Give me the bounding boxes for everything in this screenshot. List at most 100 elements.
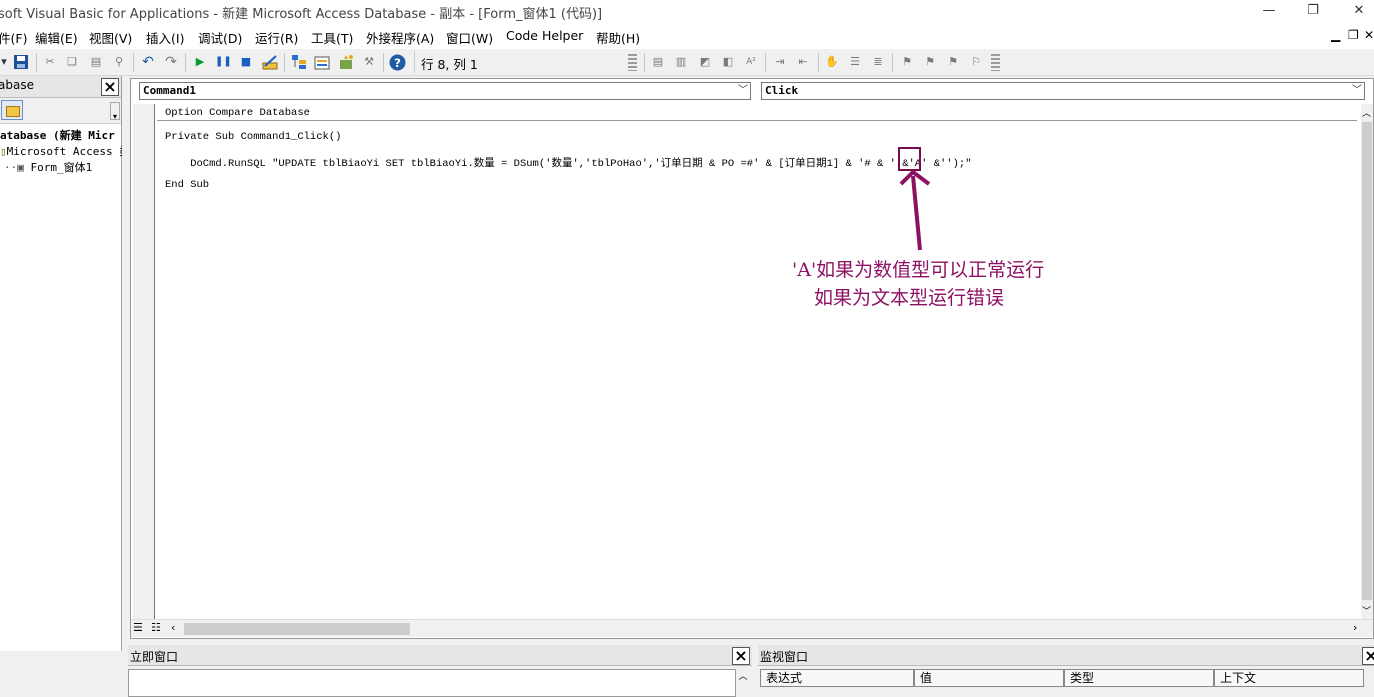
project-explorer-icon[interactable] [291, 54, 307, 70]
menu-run[interactable]: 运行(R) [255, 28, 298, 47]
scroll-down-icon[interactable]: ﹀ [1362, 604, 1371, 617]
code-line: End Sub [165, 179, 210, 191]
window-title: soft Visual Basic for Applications - 新建 … [0, 7, 603, 22]
project-close-button[interactable]: × [101, 78, 119, 96]
title-bar: soft Visual Basic for Applications - 新建 … [0, 0, 1374, 25]
close-button[interactable]: ✕ [1336, 0, 1374, 24]
object-combo[interactable]: Command1 ﹀ [139, 82, 751, 100]
save-icon[interactable] [13, 54, 29, 70]
menu-code-helper[interactable]: Code Helper [506, 28, 583, 43]
comment-block-icon[interactable]: ☰ [847, 54, 863, 70]
cursor-position: 行 8, 列 1 [414, 51, 636, 73]
menu-help[interactable]: 帮助(H) [596, 28, 640, 47]
menu-insert[interactable]: 插入(I) [146, 28, 184, 47]
toolbar-separator [36, 53, 37, 72]
reset-icon[interactable]: ■ [238, 54, 254, 70]
menu-addins[interactable]: 外接程序(A) [366, 28, 434, 47]
project-tree: atabase (新建 Micr ▯Microsoft Access 类 ··▣… [0, 128, 122, 176]
watch-column-type[interactable]: 类型 [1064, 669, 1214, 687]
tree-item-database[interactable]: atabase (新建 Micr [0, 128, 122, 144]
horizontal-scroll-thumb[interactable] [184, 623, 410, 635]
immediate-window-header: 立即窗口 × [128, 645, 752, 666]
object-browser-icon[interactable] [338, 54, 354, 70]
immediate-scroll-up-icon[interactable]: ︿ [736, 669, 750, 697]
vertical-scrollbar[interactable]: ︿ ﹀ [1361, 104, 1373, 619]
restore-button[interactable]: ❐ [1290, 0, 1336, 24]
complete-word-icon[interactable]: A² [743, 54, 759, 70]
toggle-bookmark-icon[interactable]: ⚑ [899, 54, 915, 70]
toggle-folders-icon[interactable] [1, 100, 23, 120]
toolbar-separator [383, 53, 384, 72]
watch-column-context[interactable]: 上下文 [1214, 669, 1364, 687]
procedure-combo[interactable]: Click ﹀ [761, 82, 1365, 100]
toolbar-grip[interactable] [628, 54, 637, 71]
menu-debug[interactable]: 调试(D) [198, 28, 242, 47]
break-icon[interactable]: ❚❚ [215, 54, 232, 70]
parameter-info-icon[interactable]: ◧ [720, 54, 736, 70]
watch-column-expression[interactable]: 表达式 [760, 669, 914, 687]
outdent-icon[interactable]: ⇤ [795, 54, 811, 70]
scroll-up-icon[interactable]: ︿ [1362, 106, 1371, 119]
clear-bookmarks-icon[interactable]: ⚐ [968, 54, 984, 70]
mdi-restore-button[interactable]: ❐ [1348, 28, 1359, 42]
full-module-view-icon[interactable]: ☷ [151, 621, 161, 634]
watch-window-title: 监视窗口 [760, 650, 809, 664]
dropdown-icon[interactable]: ▾ [0, 54, 12, 70]
form-icon: ··▣ [4, 161, 31, 174]
menu-tools[interactable]: 工具(T) [311, 28, 353, 47]
toolbar-grip[interactable] [991, 54, 1000, 71]
code-line: DoCmd.RunSQL "UPDATE tblBiaoYi SET tblBi… [165, 158, 972, 170]
procedure-combo-value: Click [765, 84, 799, 97]
chevron-down-icon: ﹀ [738, 85, 748, 96]
horizontal-scrollbar[interactable]: ☰ ☷ ‹ › [131, 619, 1373, 637]
paste-icon[interactable]: ▤ [88, 54, 104, 70]
find-icon[interactable]: ⚲ [111, 54, 127, 70]
list-properties-icon[interactable]: ▤ [650, 54, 666, 70]
toolbar-separator [765, 53, 766, 72]
help-icon[interactable]: ? [389, 54, 406, 71]
toolbar-separator [892, 53, 893, 72]
tree-item-access-objects[interactable]: ▯Microsoft Access 类 [0, 144, 122, 160]
svg-text:?: ? [394, 56, 401, 70]
procedure-view-icon[interactable]: ☰ [133, 621, 143, 634]
toggle-breakpoint-icon[interactable]: ✋ [824, 54, 840, 70]
mdi-minimize-button[interactable]: ▁ [1331, 28, 1340, 42]
watch-close-button[interactable]: × [1362, 647, 1374, 665]
previous-bookmark-icon[interactable]: ⚑ [945, 54, 961, 70]
annotation-note: 'A'如果为数值型可以正常运行 如果为文本型运行错误 [792, 256, 1044, 312]
minimize-button[interactable]: — [1246, 0, 1292, 24]
immediate-close-button[interactable]: × [732, 647, 750, 665]
properties-icon[interactable] [314, 54, 330, 70]
toolbar-separator [644, 53, 645, 72]
copy-icon[interactable]: ❏ [64, 54, 80, 70]
indent-icon[interactable]: ⇥ [772, 54, 788, 70]
project-scroll-arrow-icon[interactable]: ▾ [110, 102, 120, 121]
design-mode-icon[interactable] [262, 54, 278, 70]
redo-icon[interactable]: ↷ [163, 54, 179, 70]
toolbar-separator [133, 53, 134, 72]
run-icon[interactable]: ▶ [192, 54, 208, 70]
watch-column-value[interactable]: 值 [914, 669, 1064, 687]
immediate-input[interactable] [128, 669, 736, 697]
scroll-left-icon[interactable]: ‹ [171, 621, 175, 634]
undo-icon[interactable]: ↶ [140, 54, 156, 70]
uncomment-block-icon[interactable]: ≣ [870, 54, 886, 70]
mdi-close-button[interactable]: ✕ [1364, 28, 1374, 42]
menu-view[interactable]: 视图(V) [89, 28, 132, 47]
code-editor[interactable]: Option Compare Database Private Sub Comm… [157, 105, 1360, 619]
vertical-scroll-thumb[interactable] [1362, 122, 1372, 600]
menu-window[interactable]: 窗口(W) [446, 28, 493, 47]
toolbox-icon[interactable]: ⚒ [361, 54, 377, 70]
tree-item-form[interactable]: ··▣ Form_窗体1 [0, 160, 122, 176]
cut-icon[interactable]: ✂ [42, 54, 58, 70]
scroll-right-icon[interactable]: › [1353, 621, 1357, 634]
code-line: Option Compare Database [165, 107, 310, 119]
list-constants-icon[interactable]: ▥ [673, 54, 689, 70]
margin-indicator-bar[interactable] [133, 104, 155, 619]
next-bookmark-icon[interactable]: ⚑ [922, 54, 938, 70]
menu-edit[interactable]: 编辑(E) [35, 28, 78, 47]
quick-info-icon[interactable]: ◩ [697, 54, 713, 70]
chevron-down-icon: ﹀ [1352, 85, 1362, 96]
menu-file[interactable]: 件(F) [0, 28, 27, 47]
tree-item-label: Form_窗体1 [30, 161, 93, 174]
